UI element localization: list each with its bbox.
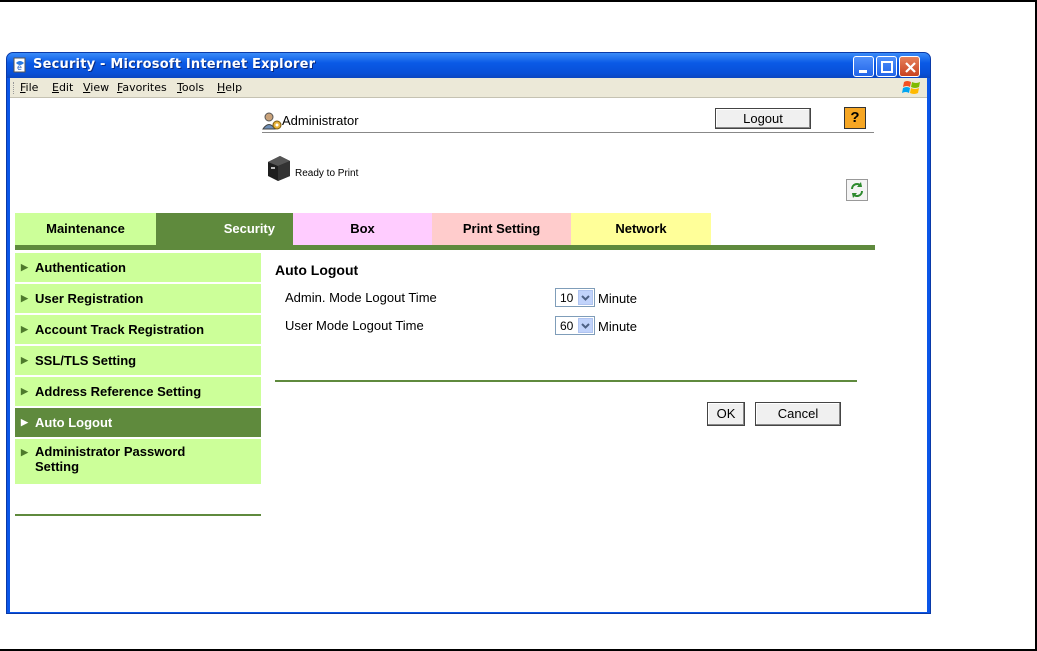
sidebar-item-user-registration[interactable]: ▶ User Registration	[15, 284, 261, 313]
tab-print-setting[interactable]: Print Setting	[432, 213, 571, 245]
menu-tools[interactable]: Tools	[177, 81, 204, 94]
user-label: Administrator	[282, 113, 359, 128]
admin-logout-time-select[interactable]: 10	[555, 288, 595, 307]
menu-favorites[interactable]: Favorites	[117, 81, 167, 94]
window-title: Security - Microsoft Internet Explorer	[33, 57, 316, 72]
logout-button[interactable]: Logout	[715, 108, 811, 129]
form-divider	[275, 380, 857, 382]
sidebar-item-label: Auto Logout	[35, 415, 113, 430]
ie-page-icon: e	[13, 57, 26, 73]
administrator-icon	[262, 112, 282, 130]
menu-help[interactable]: Help	[217, 81, 242, 94]
sidebar-item-ssl-tls-setting[interactable]: ▶ SSL/TLS Setting	[15, 346, 261, 375]
menu-file[interactable]: File	[20, 81, 38, 94]
tab-security[interactable]: Security	[156, 213, 293, 245]
cancel-button[interactable]: Cancel	[755, 402, 841, 426]
arrow-right-icon: ▶	[21, 447, 28, 457]
sidebar-item-administrator-password-setting[interactable]: ▶ Administrator Password Setting	[15, 439, 261, 484]
menu-bar: File Edit View Favorites Tools Help	[10, 78, 927, 98]
refresh-button[interactable]	[846, 179, 868, 201]
printer-icon	[268, 156, 290, 181]
arrow-right-icon: ▶	[21, 417, 28, 427]
ok-button[interactable]: OK	[707, 402, 745, 426]
arrow-right-icon: ▶	[21, 293, 28, 303]
menu-grip	[13, 82, 15, 94]
minimize-icon	[859, 70, 867, 73]
refresh-icon	[851, 182, 863, 198]
sidebar-item-address-reference-setting[interactable]: ▶ Address Reference Setting	[15, 377, 261, 406]
sidebar-item-label: Authentication	[35, 260, 126, 275]
device-status: Ready to Print	[295, 168, 359, 179]
sidebar-item-label: Account Track Registration	[35, 322, 205, 337]
tab-box[interactable]: Box	[293, 213, 432, 245]
sidebar-item-label: Administrator Password Setting	[35, 444, 186, 474]
sidebar-item-label: SSL/TLS Setting	[35, 353, 137, 368]
arrow-right-icon: ▶	[21, 386, 28, 396]
page-content: Administrator Logout ? Ready to Print Ma…	[10, 98, 927, 612]
sidebar-item-label: Address Reference Setting	[35, 384, 202, 399]
browser-window: e Security - Microsoft Internet Explorer…	[6, 52, 931, 614]
section-title: Auto Logout	[275, 262, 359, 278]
user-logout-time-unit: Minute	[598, 319, 638, 334]
sidebar-divider	[15, 514, 261, 516]
maximize-button[interactable]	[876, 56, 897, 77]
close-icon	[905, 62, 916, 73]
arrow-right-icon: ▶	[21, 324, 28, 334]
tab-network[interactable]: Network	[571, 213, 711, 245]
sidebar-item-label: User Registration	[35, 291, 144, 306]
maximize-icon	[881, 61, 893, 73]
select-value: 60	[560, 319, 574, 333]
sidebar-item-auto-logout[interactable]: ▶ Auto Logout	[15, 408, 261, 437]
user-logout-time-select[interactable]: 60	[555, 316, 595, 335]
close-button[interactable]	[899, 56, 920, 77]
dropdown-button[interactable]	[578, 318, 593, 333]
select-value: 10	[560, 291, 574, 305]
title-bar[interactable]: e Security - Microsoft Internet Explorer	[7, 53, 930, 78]
user-logout-time-label: User Mode Logout Time	[285, 318, 424, 333]
chevron-down-icon	[581, 295, 590, 301]
dropdown-button[interactable]	[578, 290, 593, 305]
tab-maintenance[interactable]: Maintenance	[15, 213, 156, 245]
sidebar-item-authentication[interactable]: ▶ Authentication	[15, 253, 261, 282]
menu-edit[interactable]: Edit	[52, 81, 73, 94]
chevron-down-icon	[581, 323, 590, 329]
tab-underline	[15, 245, 875, 250]
help-button[interactable]: ?	[844, 107, 866, 129]
header-divider	[262, 132, 874, 133]
windows-logo-icon	[902, 81, 920, 94]
arrow-right-icon: ▶	[21, 262, 28, 272]
sidebar-item-account-track-registration[interactable]: ▶ Account Track Registration	[15, 315, 261, 344]
admin-logout-time-label: Admin. Mode Logout Time	[285, 290, 437, 305]
menu-view[interactable]: View	[83, 81, 109, 94]
minimize-button[interactable]	[853, 56, 874, 77]
admin-logout-time-unit: Minute	[598, 291, 638, 306]
svg-text:e: e	[17, 63, 22, 72]
arrow-right-icon: ▶	[21, 355, 28, 365]
